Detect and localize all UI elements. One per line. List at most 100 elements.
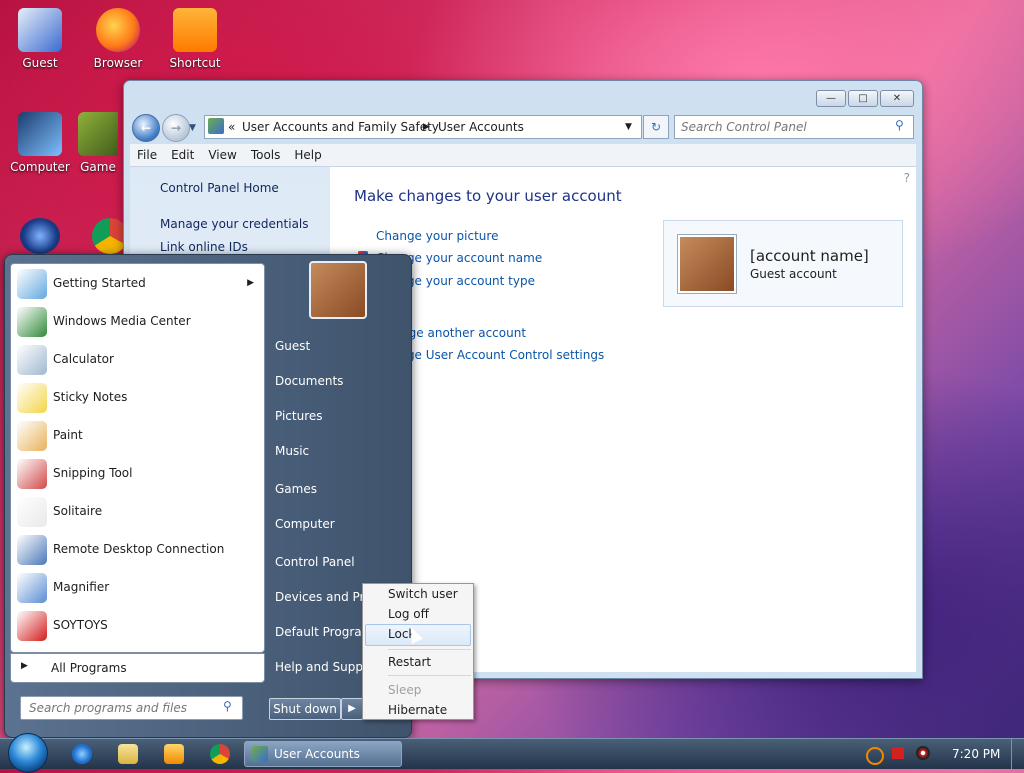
menu-edit[interactable]: Edit	[164, 144, 201, 166]
change-picture-link[interactable]: Change your picture	[376, 229, 498, 243]
media-player-icon[interactable]	[164, 744, 184, 764]
program-item[interactable]: Sticky Notes	[11, 379, 264, 417]
program-item[interactable]: Solitaire	[11, 493, 264, 531]
internet-explorer-icon[interactable]	[72, 744, 92, 764]
desktop-icon-label: Guest	[22, 56, 58, 70]
user-account-card: [account name] Guest account	[663, 220, 903, 307]
search-control-panel-input[interactable]: Search Control Panel ⚲	[674, 115, 914, 139]
shut-down-options-button[interactable]: ▶	[341, 698, 363, 720]
close-button[interactable]: ✕	[880, 90, 914, 107]
show-desktop-button[interactable]	[1011, 739, 1024, 769]
firefox-icon	[96, 8, 140, 52]
menu-file[interactable]: File	[130, 144, 164, 166]
program-icon	[17, 307, 47, 337]
minimize-button[interactable]: —	[816, 90, 846, 107]
menu-help[interactable]: Help	[287, 144, 328, 166]
program-item[interactable]: SOYTOYS	[11, 607, 264, 645]
menu-item-hibernate[interactable]: Hibernate	[388, 703, 447, 717]
search-placeholder: Search programs and files	[29, 701, 187, 715]
uc-browser-icon	[173, 8, 217, 52]
help-icon[interactable]: ?	[904, 171, 910, 185]
program-item[interactable]: Snipping Tool	[11, 455, 264, 493]
desktop-icon-computer[interactable]: Computer	[0, 112, 80, 174]
menu-item-log-off[interactable]: Log off	[388, 607, 429, 621]
desktop-icon-shortcut[interactable]: Shortcut	[155, 8, 235, 70]
user-name: [account name]	[750, 247, 869, 265]
expand-arrow-icon: ▶	[21, 661, 28, 671]
window-titlebar[interactable]: — □ ✕	[124, 81, 922, 111]
program-label: Remote Desktop Connection	[53, 542, 225, 556]
all-programs-label: All Programs	[51, 661, 127, 675]
desktop-icon-game[interactable]: Game	[78, 112, 118, 174]
desktop-icon-label: Computer	[10, 160, 70, 174]
start-link-control-panel[interactable]: Control Panel	[275, 555, 355, 569]
breadcrumb-item[interactable]: User Accounts and Family Safety	[242, 120, 439, 134]
taskbar-task-label: User Accounts	[274, 747, 360, 761]
computer-icon	[18, 112, 62, 156]
manage-credentials-link[interactable]: Manage your credentials	[160, 217, 309, 231]
menu-item-restart[interactable]: Restart	[388, 655, 431, 669]
start-link-games[interactable]: Games	[275, 482, 317, 496]
action-center-flag-icon[interactable]	[892, 747, 904, 759]
start-menu: Getting Started ▶ Windows Media Center Calc…	[4, 254, 412, 738]
start-link-music[interactable]: Music	[275, 444, 309, 458]
address-bar[interactable]: « User Accounts and Family Safety ▶ User…	[204, 115, 642, 139]
forward-button[interactable]: →	[162, 114, 190, 142]
all-programs-button[interactable]: ▶ All Programs	[10, 653, 265, 683]
shut-down-button[interactable]: Shut down	[269, 698, 341, 720]
breadcrumb-item[interactable]: User Accounts	[438, 120, 524, 134]
start-link-computer[interactable]: Computer	[275, 517, 335, 531]
search-placeholder: Search Control Panel	[681, 120, 807, 134]
menu-item-switch-user[interactable]: Switch user	[388, 587, 458, 601]
search-icon[interactable]: ⚲	[223, 699, 232, 713]
menu-tools[interactable]: Tools	[244, 144, 288, 166]
program-item[interactable]: Magnifier	[11, 569, 264, 607]
desktop-icon-browser[interactable]: Browser	[78, 8, 158, 70]
page-title: Make changes to your user account	[354, 187, 622, 205]
desktop-icon-label: Shortcut	[169, 56, 221, 70]
recent-pages-dropdown-icon[interactable]: ▼	[189, 123, 196, 133]
user-folder-icon	[18, 8, 62, 52]
menu-separator	[388, 675, 471, 676]
program-label: Getting Started	[53, 276, 146, 290]
program-item[interactable]: Paint	[11, 417, 264, 455]
program-icon	[17, 535, 47, 565]
program-item[interactable]: Windows Media Center	[11, 303, 264, 341]
program-icon	[17, 573, 47, 603]
program-item[interactable]: Remote Desktop Connection	[11, 531, 264, 569]
link-online-ids-link[interactable]: Link online IDs	[160, 240, 248, 254]
system-clock[interactable]: 7:20 PM	[952, 747, 1000, 761]
desktop-icon-guest[interactable]: Guest	[0, 8, 80, 70]
back-button[interactable]: ←	[132, 114, 160, 142]
program-label: Paint	[53, 428, 83, 442]
control-panel-home-link[interactable]: Control Panel Home	[160, 181, 279, 195]
taskbar-user-accounts[interactable]: User Accounts	[244, 741, 402, 767]
search-icon[interactable]: ⚲	[895, 118, 904, 132]
blue-orb-icon[interactable]	[20, 218, 60, 254]
program-label: Solitaire	[53, 504, 103, 518]
search-programs-input[interactable]: Search programs and files ⚲	[20, 696, 243, 720]
program-item[interactable]: Calculator	[11, 341, 264, 379]
submenu-arrow-icon: ▶	[247, 278, 254, 288]
maximize-button[interactable]: □	[848, 90, 878, 107]
network-icon[interactable]	[866, 747, 884, 765]
taskbar: User Accounts 7:20 PM	[0, 733, 1024, 773]
start-link-guest[interactable]: Guest	[275, 339, 310, 353]
start-link-pictures[interactable]: Pictures	[275, 409, 323, 423]
address-dropdown-icon[interactable]: ▼	[625, 122, 632, 132]
program-item[interactable]: Getting Started ▶	[11, 265, 264, 303]
explorer-folder-icon[interactable]	[118, 744, 138, 764]
program-label: Windows Media Center	[53, 314, 191, 328]
volume-icon[interactable]	[916, 746, 930, 760]
program-icon	[17, 611, 47, 641]
user-picture-icon[interactable]	[309, 261, 367, 319]
breadcrumb-overflow-icon[interactable]: «	[228, 120, 235, 134]
user-picture-icon	[677, 234, 737, 294]
start-link-documents[interactable]: Documents	[275, 374, 343, 388]
refresh-button[interactable]: ↻	[643, 115, 669, 139]
game-icon	[78, 112, 118, 156]
breadcrumb-separator-icon[interactable]: ▶	[423, 122, 430, 132]
chrome-icon[interactable]	[210, 744, 230, 764]
start-button[interactable]	[8, 733, 48, 773]
menu-view[interactable]: View	[201, 144, 243, 166]
